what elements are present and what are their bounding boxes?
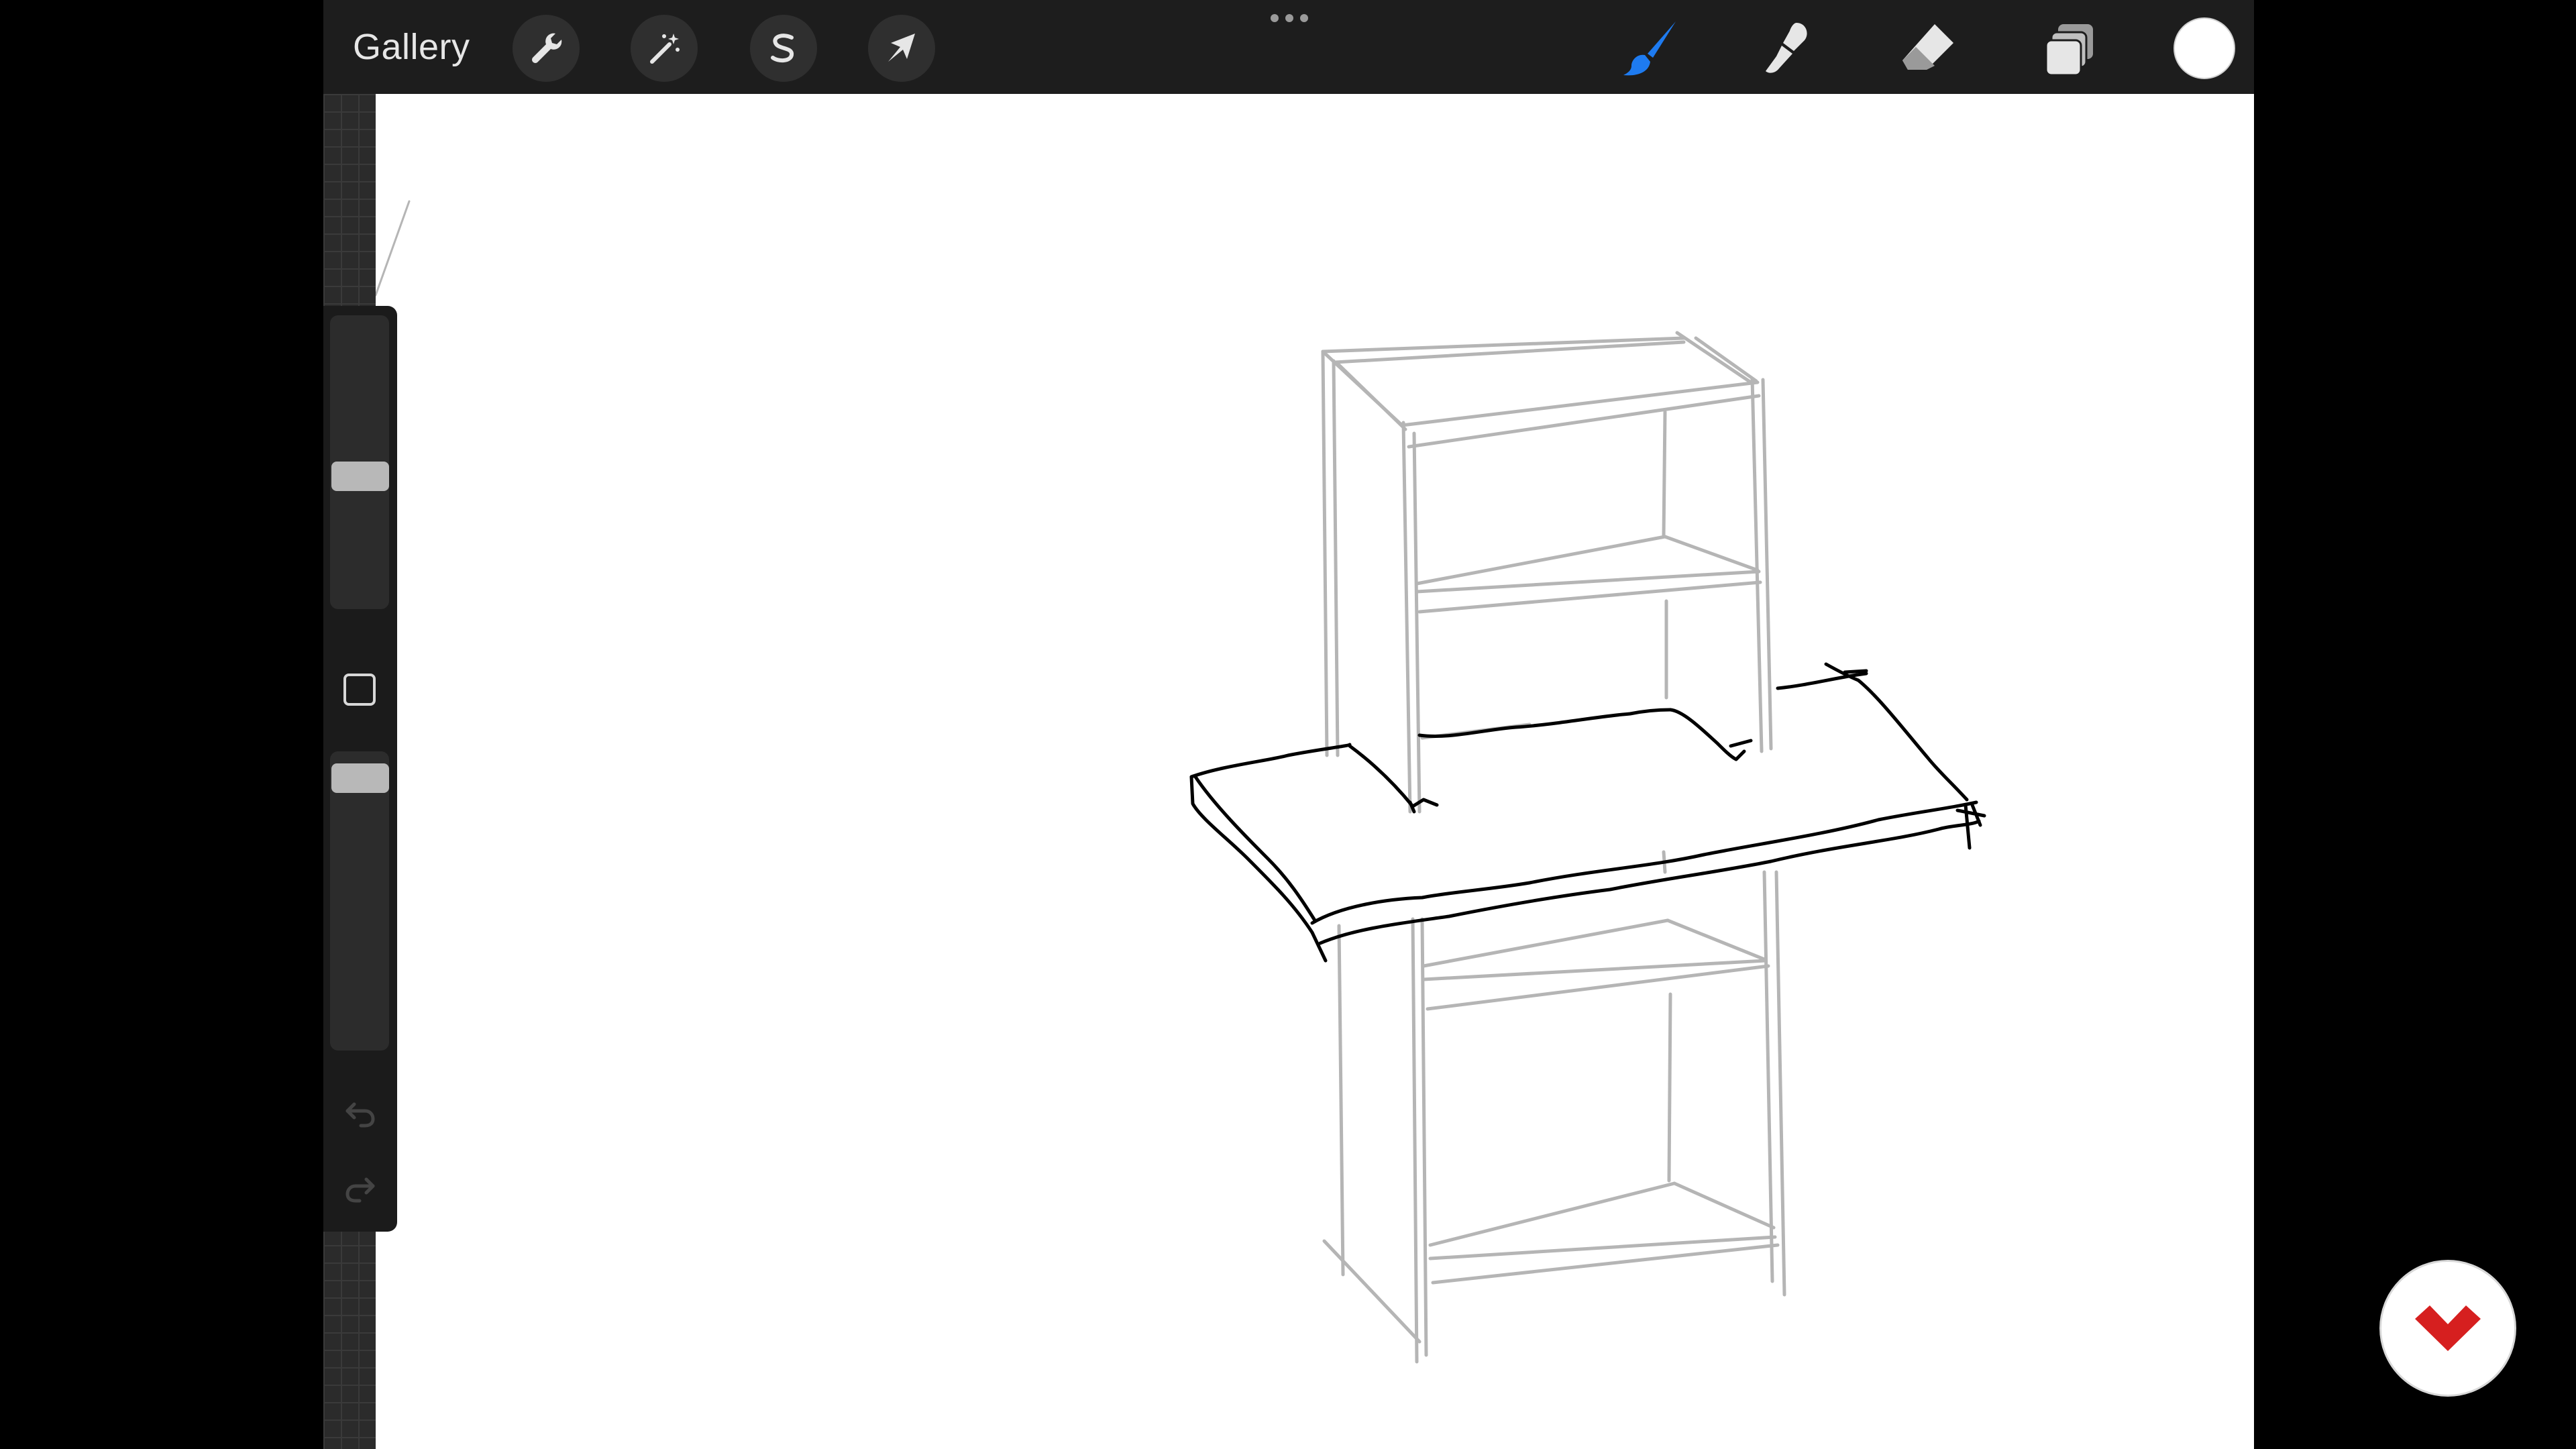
bookshelf-guides bbox=[1321, 331, 1786, 1364]
layers-icon bbox=[2045, 24, 2093, 76]
drawing-canvas[interactable] bbox=[376, 94, 2254, 1449]
transform-button[interactable] bbox=[868, 15, 935, 82]
drawing-app: Gallery bbox=[323, 0, 2254, 1449]
brush-size-handle[interactable] bbox=[331, 462, 389, 491]
brush-sidebar bbox=[323, 306, 397, 1232]
undo-icon[interactable] bbox=[342, 1095, 378, 1131]
wrench-icon bbox=[532, 33, 562, 63]
adjustments-button[interactable] bbox=[631, 15, 698, 82]
floating-logo-badge[interactable] bbox=[2379, 1260, 2516, 1397]
letterbox-right bbox=[2254, 0, 2576, 1449]
smudge-icon bbox=[1766, 23, 1807, 73]
opacity-slider[interactable] bbox=[330, 751, 389, 1051]
letterbox-left bbox=[0, 0, 323, 1449]
color-picker-button[interactable] bbox=[2174, 17, 2235, 79]
brush-icon bbox=[1623, 21, 1676, 76]
modify-button[interactable] bbox=[343, 674, 376, 706]
redo-icon[interactable] bbox=[342, 1170, 378, 1206]
top-toolbar: Gallery bbox=[323, 0, 2254, 94]
actions-button[interactable] bbox=[513, 15, 580, 82]
brush-tool-button[interactable] bbox=[1615, 13, 1685, 83]
eraser-icon bbox=[1902, 24, 1953, 70]
bookshelf-desk-sketch bbox=[376, 200, 1986, 1364]
magic-wand-icon bbox=[650, 34, 680, 64]
eraser-tool-button[interactable] bbox=[1893, 13, 1963, 83]
arrow-cursor-icon bbox=[888, 34, 915, 62]
desk-top-ink bbox=[1189, 662, 1986, 963]
selection-button[interactable] bbox=[750, 15, 817, 82]
smudge-tool-button[interactable] bbox=[1754, 13, 1823, 83]
selection-s-icon bbox=[771, 34, 794, 63]
more-dots-icon[interactable] bbox=[1268, 11, 1311, 25]
gallery-button[interactable]: Gallery bbox=[353, 24, 470, 70]
chevron-logo-icon bbox=[2415, 1305, 2481, 1351]
layers-tool-button[interactable] bbox=[2035, 13, 2105, 83]
opacity-handle[interactable] bbox=[331, 763, 389, 793]
